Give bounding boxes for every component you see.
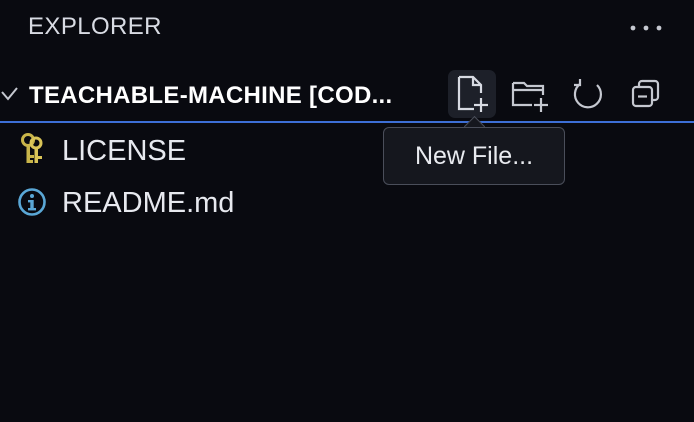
explorer-title: EXPLORER [28,13,162,40]
file-item-readme[interactable]: README.md [0,178,380,226]
new-file-tooltip: New File... [383,127,565,185]
new-file-icon [457,75,488,112]
file-label: LICENSE [62,135,187,167]
file-label: README.md [62,187,235,219]
chevron-down-icon [1,87,18,101]
collapse-folders-button[interactable] [622,70,670,118]
ellipsis-icon [630,25,662,31]
new-folder-button[interactable] [506,70,554,118]
new-file-button[interactable] [448,70,496,118]
explorer-header: EXPLORER [0,0,694,56]
new-folder-icon [511,81,548,112]
refresh-explorer-button[interactable] [564,70,612,118]
key-icon [16,133,48,166]
refresh-icon [573,79,602,109]
folder-section-header[interactable]: TEACHABLE-MACHINE [COD... [0,70,694,122]
more-actions-button[interactable] [628,16,664,40]
file-item-license[interactable]: LICENSE [0,126,380,174]
info-icon [16,186,48,218]
collapse-all-icon [631,79,660,108]
focus-indicator-line [0,121,694,123]
folder-name: TEACHABLE-MACHINE [COD... [29,82,393,109]
